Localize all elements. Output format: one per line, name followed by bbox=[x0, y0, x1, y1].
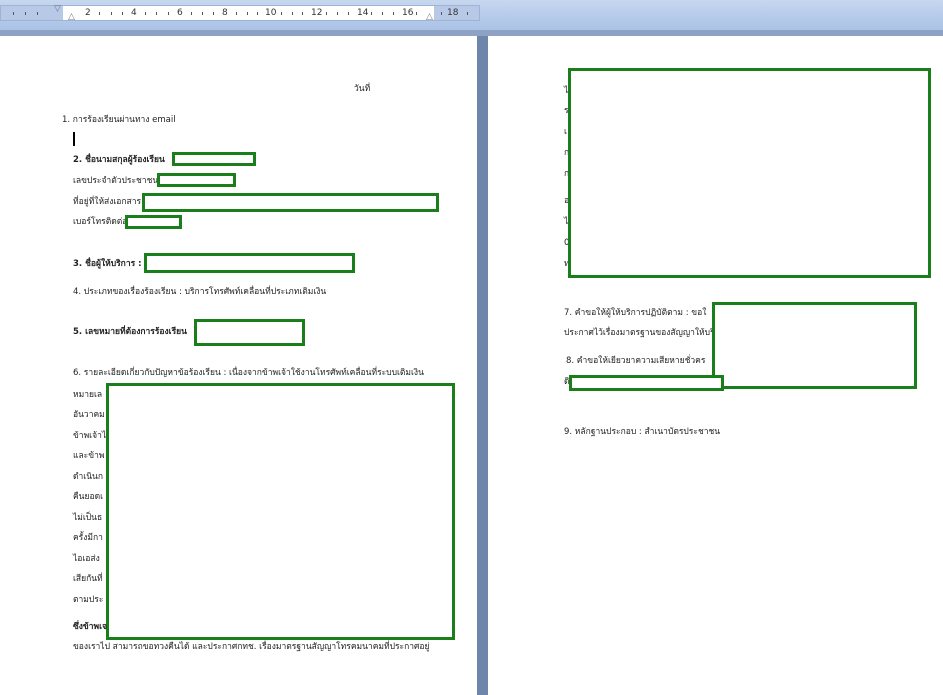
fragment: เ bbox=[564, 127, 567, 137]
left-indent-marker[interactable]: △ bbox=[68, 13, 75, 22]
item-1-text: 1. การร้องเรียนผ่านทาง email bbox=[62, 115, 176, 125]
item-5-label: 5. เลขหมายที่ต้องการร้องเรียน bbox=[73, 327, 187, 337]
item-6-line: ตามประ bbox=[73, 595, 104, 605]
redaction-box bbox=[568, 68, 931, 278]
redaction-box bbox=[172, 152, 256, 166]
item-6-header: 6. รายละเอียดเกี่ยวกับปัญหาข้อร้องเรียน … bbox=[73, 368, 424, 378]
redaction-box bbox=[194, 319, 305, 346]
ruler-number: 16 bbox=[402, 8, 414, 18]
ruler-number: 18 bbox=[447, 8, 459, 18]
ruler-number: 2 bbox=[85, 8, 91, 18]
redaction-box bbox=[144, 253, 355, 273]
text-cursor bbox=[73, 132, 75, 146]
item-6-line: คืนยอดเ bbox=[73, 492, 104, 502]
item-8-label: 8. คำขอให้เยียวยาความเสียหายชั่วคร bbox=[566, 356, 706, 366]
ruler-number: 6 bbox=[177, 8, 183, 18]
item-6-line: เสียกันที่ bbox=[73, 574, 103, 584]
redaction-box bbox=[712, 302, 917, 389]
item-2-label: 2. ชื่อนามสกุลผู้ร้องเรียน bbox=[73, 155, 165, 165]
item-6-line: ข้าพเจ้าไ bbox=[73, 431, 107, 441]
redaction-box bbox=[142, 193, 439, 212]
item-6-line: ไม่เป็นธ bbox=[73, 513, 103, 523]
item-4-text: 4. ประเภทของเรื่องร้องเรียน : บริการโทรศ… bbox=[73, 287, 327, 297]
item-7-line2: ประกาศไว้เรื่องมาตรฐานของสัญญาให้บริก bbox=[564, 328, 720, 338]
address-label: ที่อยู่ที่ให้ส่งเอกสาร bbox=[73, 197, 142, 207]
item-6-line: และข้าพ bbox=[73, 451, 105, 461]
right-indent-marker[interactable]: △ bbox=[426, 13, 433, 22]
item-7-label: 7. คำขอให้ผู้ให้บริการปฏิบัติตาม : ขอใ bbox=[564, 308, 707, 318]
date-label: วันที่ bbox=[354, 84, 371, 94]
closing-line: ของเราไป สามารถขอทวงคืนได้ และประกาศกทช.… bbox=[73, 642, 430, 652]
item-3-label: 3. ชื่อผู้ให้บริการ : bbox=[73, 259, 142, 269]
ruler-number: 12 bbox=[311, 8, 323, 18]
ruler-number: 8 bbox=[222, 8, 228, 18]
redaction-box bbox=[125, 215, 182, 229]
redaction-box bbox=[569, 375, 724, 391]
item-6-line: ครั้งมีกา bbox=[73, 533, 103, 543]
ruler-number: 14 bbox=[357, 8, 369, 18]
redaction-box bbox=[157, 173, 236, 187]
ruler-number: 10 bbox=[265, 8, 277, 18]
first-line-indent-marker[interactable]: ▽ bbox=[54, 5, 61, 14]
horizontal-ruler[interactable]: ▽ △ △ 2 4 6 8 10 12 14 16 18 bbox=[0, 5, 480, 22]
item-9-text: 9. หลักฐานประกอบ : สำเนาบัตรประชาชน bbox=[564, 427, 721, 437]
closing-bold: ซึ่งข้าพเจ bbox=[73, 622, 107, 632]
id-label: เลขประจำตัวประชาชน bbox=[73, 176, 159, 186]
item-6-line: หมายเล bbox=[73, 390, 103, 400]
phone-label: เบอร์โทรติดต่อ bbox=[73, 217, 128, 227]
ruler-number: 4 bbox=[131, 8, 137, 18]
item-6-line: ไอเอส่ง bbox=[73, 554, 100, 564]
redaction-box bbox=[106, 383, 455, 640]
item-6-line: ดำเนินก bbox=[73, 472, 103, 482]
page-separator bbox=[477, 36, 488, 695]
item-6-line: อันวาคม bbox=[73, 410, 105, 420]
